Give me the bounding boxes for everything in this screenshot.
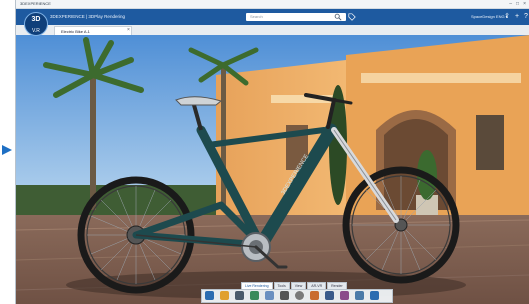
app-title: 3DEXPERIENCE | 3DPlay Rendering [50,14,125,19]
maximize-icon[interactable]: □ [516,0,519,8]
render-icon[interactable] [205,291,214,300]
tab-electric-bike[interactable]: Electric Bike A.1 [54,26,132,35]
close-window-icon[interactable]: × [523,0,526,8]
material-icon[interactable] [250,291,259,300]
action-tab-live-rendering[interactable]: Live Rendering [241,282,273,289]
action-tab-render[interactable]: Render [327,282,347,289]
compass-button[interactable]: 3D V.R [24,12,48,36]
settings-icon[interactable] [295,291,304,300]
os-title: 3DEXPERIENCE [20,1,51,6]
3d-viewport[interactable]: 3DEXPERIENCE [16,35,529,304]
video-icon[interactable] [325,291,334,300]
pointer-arrow-icon [2,145,12,155]
action-tab-ar-vr[interactable]: AR-VR [307,282,327,289]
tag-icon[interactable] [348,13,356,21]
capture-icon[interactable] [280,291,289,300]
search-icon[interactable] [334,13,342,21]
action-tab-tools[interactable]: Tools [273,282,290,289]
tab-close-icon[interactable]: × [127,26,130,35]
more-icon[interactable] [370,291,379,300]
environment-icon[interactable] [265,291,274,300]
compass-label: V.R [32,28,40,34]
ambiance-icon[interactable] [310,291,319,300]
compare-icon[interactable] [340,291,349,300]
minimize-icon[interactable]: – [509,0,512,8]
help-icon[interactable]: ? [522,13,529,21]
add-icon[interactable]: + [513,13,521,21]
action-bar-tabs: Live Rendering Tools View AR-VR Render [241,282,347,289]
app-window: 3DEXPERIENCE – □ × 3DEXPERIENCE | 3DPlay… [15,0,529,304]
lighting-icon[interactable] [220,291,229,300]
action-tab-view[interactable]: View [290,282,307,289]
os-title-bar: 3DEXPERIENCE – □ × [16,0,529,9]
brand-logo: 3D [31,16,41,23]
rendered-scene: 3DEXPERIENCE [16,35,529,304]
search-input[interactable]: Search [246,13,346,21]
share-icon[interactable] [355,291,364,300]
share-header-icon[interactable]: ⇪ [503,13,511,21]
camera-icon[interactable] [235,291,244,300]
